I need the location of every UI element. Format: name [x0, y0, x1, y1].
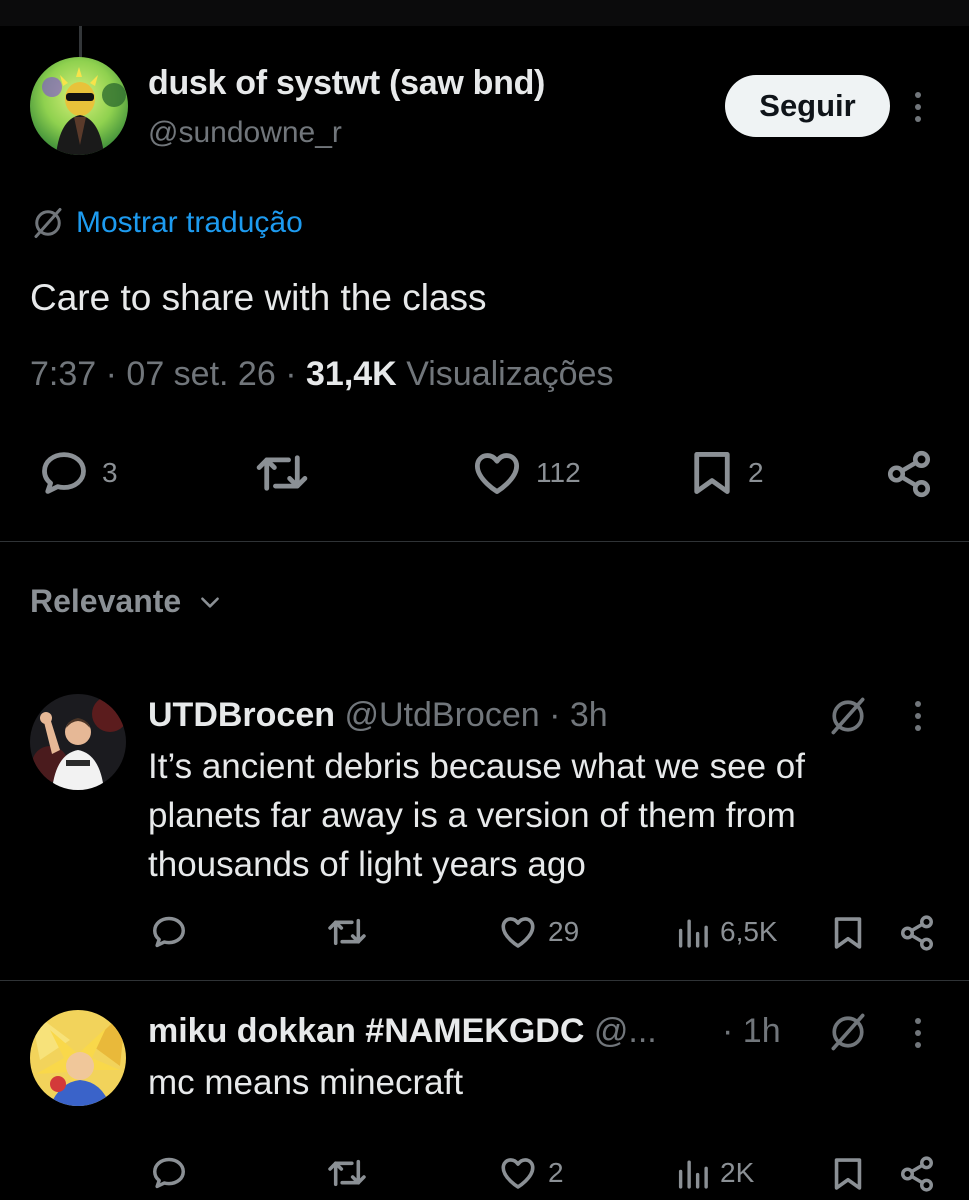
- views-chart-icon: [678, 919, 708, 948]
- reply-icon: [153, 1157, 185, 1189]
- reply-time[interactable]: 1h: [743, 1012, 781, 1050]
- translation-label: Mostrar tradução: [76, 206, 303, 239]
- views-count: 31,4K: [306, 355, 397, 393]
- reply-handle[interactable]: @...: [594, 1012, 657, 1050]
- reply-bookmark-button[interactable]: [830, 1155, 866, 1193]
- reply-repost-button[interactable]: [326, 914, 368, 950]
- reply-share-button[interactable]: [898, 1154, 936, 1194]
- reply-reply-button[interactable]: [150, 914, 188, 950]
- reply-avatar[interactable]: [30, 1010, 126, 1106]
- meta-separator: ·: [105, 355, 127, 393]
- reply-icon: [42, 452, 86, 494]
- reply-view-count: 6,5K: [720, 916, 778, 947]
- bookmark-button[interactable]: 2: [688, 449, 764, 497]
- grok-icon[interactable]: [826, 694, 870, 738]
- meta-separator: ·: [285, 355, 306, 393]
- bookmark-icon: [694, 452, 730, 494]
- follow-button[interactable]: Seguir: [725, 75, 890, 137]
- reply-header: miku dokkan #NAMEKGDC @...: [148, 1012, 657, 1051]
- header-separator: ·: [722, 1012, 734, 1050]
- reply-divider: [0, 980, 969, 981]
- heart-icon: [474, 453, 520, 494]
- heart-icon: [501, 1158, 535, 1189]
- reply-header: UTDBrocen @UtdBrocen · 3h: [148, 696, 608, 735]
- repost-icon: [256, 455, 308, 491]
- author-display-name[interactable]: dusk of systwt (saw bnd): [148, 64, 545, 103]
- globe-slash-icon: [34, 208, 62, 238]
- reply-count: 3: [102, 457, 118, 488]
- tweet-meta: 7:37 · 07 set. 26 · 31,4K Visualizações: [30, 355, 613, 394]
- reply-like-button[interactable]: 29: [498, 914, 579, 950]
- chevron-down-icon: [201, 596, 220, 608]
- reply-repost-button[interactable]: [326, 1155, 368, 1191]
- repost-icon: [328, 1159, 366, 1187]
- reply-like-button[interactable]: 2: [498, 1155, 564, 1191]
- reply-time[interactable]: 3h: [570, 696, 608, 734]
- share-icon: [901, 915, 933, 951]
- repost-button[interactable]: [252, 449, 312, 497]
- reply-avatar[interactable]: [30, 694, 126, 790]
- reply-text: mc means minecraft: [148, 1063, 464, 1102]
- reply-icon: [153, 916, 185, 948]
- reply-time-wrap: · 1h: [722, 1012, 781, 1051]
- views-chart-icon: [678, 1160, 708, 1189]
- header-separator: ·: [549, 696, 561, 734]
- thread-connector-line: [79, 26, 82, 58]
- bookmark-icon: [834, 1158, 862, 1190]
- reply-display-name[interactable]: miku dokkan #NAMEKGDC: [148, 1012, 584, 1050]
- section-divider: [0, 541, 969, 542]
- reply-display-name[interactable]: UTDBrocen: [148, 696, 335, 734]
- tweet-text: Care to share with the class: [30, 277, 487, 318]
- heart-icon: [501, 917, 535, 948]
- share-button[interactable]: [884, 449, 934, 499]
- reply-views-button[interactable]: 2K: [676, 1155, 754, 1191]
- reply-share-button[interactable]: [898, 913, 936, 953]
- reply-like-count: 29: [548, 916, 580, 947]
- reply-reply-button[interactable]: [150, 1155, 188, 1191]
- views-label: Visualizações: [406, 355, 614, 393]
- reply-more-icon[interactable]: [914, 1018, 922, 1048]
- grok-icon[interactable]: [826, 1010, 870, 1054]
- bookmark-count: 2: [748, 457, 764, 488]
- reply-handle[interactable]: @UtdBrocen: [344, 696, 539, 734]
- tweet-date[interactable]: 07 set. 26: [126, 355, 275, 393]
- reply-bookmark-button[interactable]: [830, 914, 866, 952]
- tweet-time[interactable]: 7:37: [30, 355, 96, 393]
- author-avatar[interactable]: [30, 57, 128, 155]
- like-button[interactable]: 112: [470, 449, 581, 497]
- reply-text: It’s ancient debris because what we see …: [148, 747, 805, 884]
- bookmark-icon: [834, 917, 862, 949]
- share-icon: [901, 1156, 933, 1192]
- share-icon: [887, 450, 931, 498]
- reply-like-count: 2: [548, 1157, 564, 1188]
- repost-icon: [328, 918, 366, 946]
- show-translation-link[interactable]: Mostrar tradução: [30, 205, 303, 241]
- top-status-strip: [0, 0, 969, 26]
- sort-label: Relevante: [30, 583, 182, 619]
- author-handle[interactable]: @sundowne_r: [148, 116, 342, 150]
- like-count: 112: [536, 457, 581, 488]
- more-options-icon[interactable]: [914, 92, 922, 122]
- reply-views-button[interactable]: 6,5K: [676, 914, 778, 950]
- sort-dropdown[interactable]: Relevante: [30, 583, 223, 620]
- reply-button[interactable]: 3: [38, 449, 118, 497]
- reply-more-icon[interactable]: [914, 701, 922, 731]
- reply-view-count: 2K: [720, 1157, 755, 1188]
